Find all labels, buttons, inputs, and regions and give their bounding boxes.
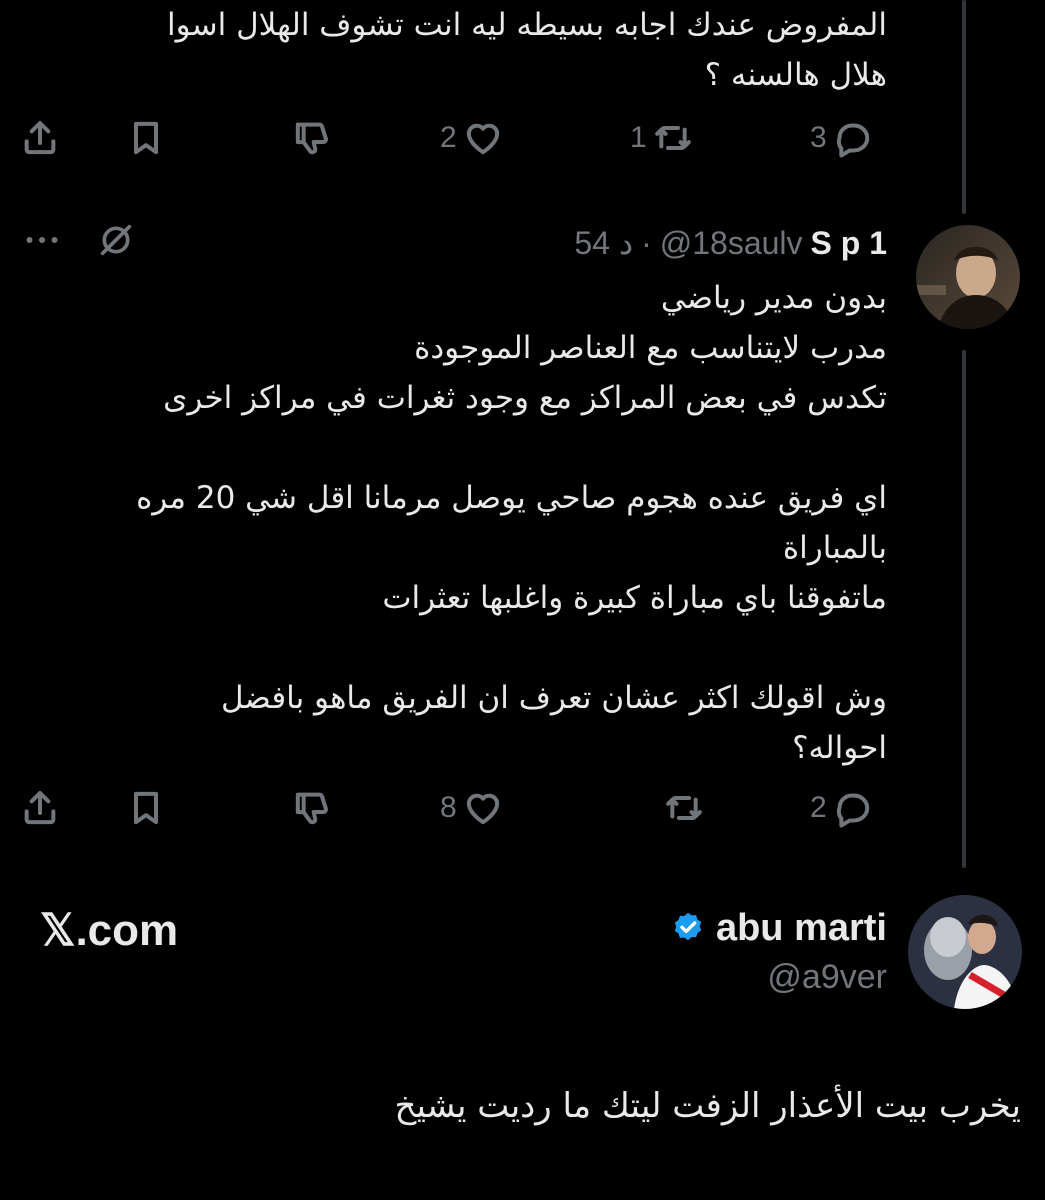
reply-2-header-icons <box>22 220 136 260</box>
handle[interactable]: @18saulv <box>660 225 803 262</box>
dislike-icon <box>295 122 328 155</box>
bookmark-button[interactable] <box>126 778 166 838</box>
like-button[interactable]: 2 <box>440 108 503 168</box>
reply-2-header: 54 د · @18saulv S p 1 <box>574 218 887 268</box>
share-button[interactable] <box>20 108 60 168</box>
retweet-button[interactable]: 1 <box>630 108 693 168</box>
avatar-image <box>916 225 1020 329</box>
dislike-button[interactable] <box>292 108 332 168</box>
quote-author: abu marti @a9ver <box>670 900 887 997</box>
reply-2-actions: 8 2 <box>20 778 900 838</box>
retweet-icon <box>654 126 691 150</box>
share-icon <box>24 121 56 155</box>
reply-2-text: بدون مدير رياضي مدرب لايتناسب مع العناصر… <box>136 280 887 766</box>
thread-line <box>962 350 966 868</box>
retweet-button[interactable] <box>658 778 704 838</box>
reply-bubble-icon <box>836 793 869 828</box>
reply-1-actions: 2 1 3 <box>20 108 900 168</box>
grok-icon[interactable] <box>96 220 136 260</box>
share-icon <box>24 791 56 825</box>
dislike-button[interactable] <box>292 778 332 838</box>
reply-count: 3 <box>810 121 827 154</box>
separator: · <box>641 224 652 261</box>
retweet-count: 1 <box>630 121 647 154</box>
heart-icon <box>466 123 499 155</box>
avatar-image <box>908 895 1022 1009</box>
bookmark-icon <box>134 121 158 155</box>
time: 54 د <box>574 225 634 261</box>
verified-badge-icon <box>674 912 702 941</box>
avatar[interactable] <box>916 225 1020 329</box>
share-button[interactable] <box>20 778 60 838</box>
x-brand-logo: 𝕏.com <box>40 906 179 955</box>
more-dots-icon[interactable] <box>22 220 62 260</box>
display-name[interactable]: S p 1 <box>811 225 887 262</box>
reply-button[interactable]: 2 <box>810 778 873 838</box>
reply-1-text: المفروض عندك اجابه بسيطه ليه انت تشوف ال… <box>167 7 887 93</box>
thread-line <box>962 0 966 214</box>
like-count: 2 <box>440 121 457 154</box>
like-count: 8 <box>440 791 457 824</box>
heart-icon <box>466 793 499 825</box>
like-button[interactable]: 8 <box>440 778 503 838</box>
reply-button[interactable]: 3 <box>810 108 873 168</box>
reply-count: 2 <box>810 791 827 824</box>
retweet-icon <box>666 796 702 820</box>
dislike-icon <box>295 792 328 825</box>
quote-handle[interactable]: @a9ver <box>670 958 887 997</box>
quote-avatar[interactable] <box>908 895 1022 1009</box>
reply-bubble-icon <box>836 123 869 158</box>
bookmark-button[interactable] <box>126 108 166 168</box>
quote-display-name[interactable]: abu marti <box>716 907 887 950</box>
bookmark-icon <box>134 791 158 825</box>
quote-text: يخرب بيت الأعذار الزفت ليتك ما رديت يشيخ <box>394 1086 1022 1126</box>
